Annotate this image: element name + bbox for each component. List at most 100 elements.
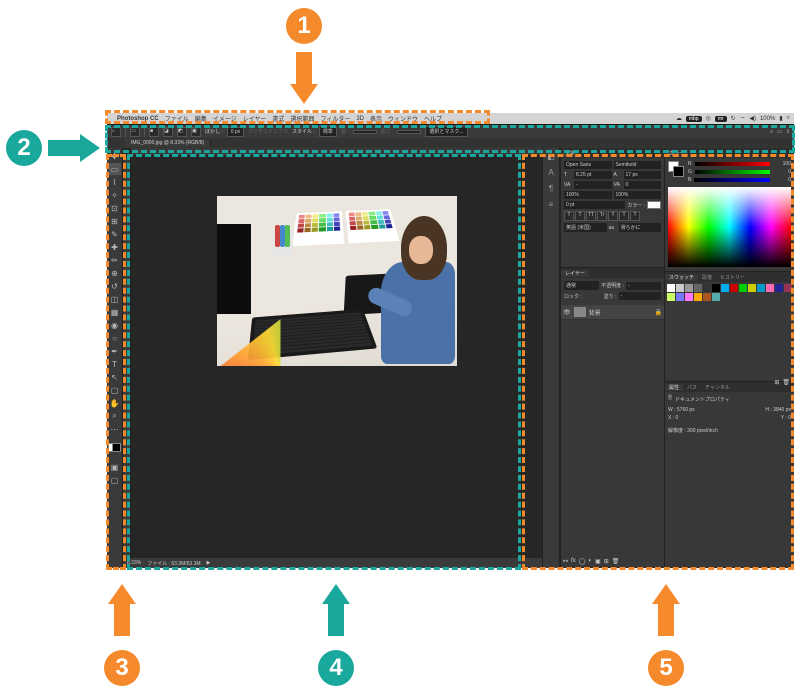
tool-edit-toolbar[interactable]: ⋯	[109, 423, 121, 435]
tab-paragraph[interactable]: 段落	[698, 274, 716, 281]
swatch[interactable]	[676, 284, 684, 292]
y-value[interactable]: 0	[788, 415, 791, 421]
style-btn-strike[interactable]: T	[630, 211, 640, 221]
fill-input[interactable]: -	[619, 292, 661, 300]
tool-path[interactable]: ↖	[109, 371, 121, 383]
x-value[interactable]: 0	[676, 415, 679, 421]
share-icon[interactable]: ⇪	[786, 129, 790, 135]
tab-properties[interactable]: 属性	[665, 384, 683, 391]
tool-pen[interactable]: ✒	[109, 345, 121, 357]
menu-view[interactable]: 表示	[370, 114, 382, 123]
font-style-select[interactable]: Semibold	[614, 161, 662, 169]
swatch[interactable]	[685, 284, 693, 292]
layer-fx-icon[interactable]: fx	[571, 558, 576, 565]
ruler-vertical[interactable]	[123, 156, 131, 558]
tool-gradient[interactable]: ▦	[109, 306, 121, 318]
lock-pixels[interactable]	[584, 292, 592, 300]
zoom-level[interactable]: 8.33%	[127, 560, 141, 566]
tab-history[interactable]: ヒストリー	[716, 274, 749, 281]
tab-character[interactable]: 文字	[561, 150, 579, 157]
adjustment-icon[interactable]: ◐	[588, 558, 592, 565]
g-value[interactable]: 0	[773, 169, 791, 175]
tool-preset[interactable]: ▭	[130, 127, 140, 137]
swatch[interactable]	[694, 284, 702, 292]
swatch[interactable]	[721, 284, 729, 292]
tool-frame[interactable]: ⊞	[109, 215, 121, 227]
menu-select[interactable]: 選択範囲	[290, 114, 314, 123]
h-value[interactable]: 3840 px	[773, 407, 791, 413]
tool-move[interactable]: ✥	[109, 150, 121, 162]
swatch[interactable]	[712, 284, 720, 292]
kerning-input[interactable]: -	[574, 181, 612, 189]
tab-swatches[interactable]: スウォッチ	[665, 274, 698, 281]
swatch[interactable]	[703, 293, 711, 301]
tool-eraser[interactable]: ◫	[109, 293, 121, 305]
layer-mask-icon[interactable]: ◯	[579, 558, 586, 565]
tab-channels[interactable]: チャンネル	[701, 384, 734, 391]
background-color[interactable]	[112, 443, 121, 452]
tool-lasso[interactable]: ⌇	[109, 176, 121, 188]
style-btn-small[interactable]: Tr	[597, 211, 607, 221]
tool-crop[interactable]: ⊡	[109, 202, 121, 214]
aa-select[interactable]: 滑らかに	[619, 223, 662, 232]
strip-icon-4[interactable]: ≡	[545, 200, 557, 212]
swatch[interactable]	[757, 284, 765, 292]
visibility-icon[interactable]: 👁	[563, 309, 571, 316]
menu-window[interactable]: ウィンドウ	[388, 114, 418, 123]
width-input[interactable]	[353, 130, 377, 134]
document-tab[interactable]: IMG_0000.jpg @ 8.33% (RGB/8)	[125, 139, 211, 147]
leading-input[interactable]: 17 px	[624, 171, 662, 179]
selection-mode-add[interactable]: ◪	[163, 127, 173, 137]
color-spectrum[interactable]	[668, 187, 791, 267]
tool-hand[interactable]: ✋	[109, 397, 121, 409]
app-name[interactable]: Photoshop CC	[117, 116, 159, 122]
menu-image[interactable]: イメージ	[213, 114, 237, 123]
tool-dodge[interactable]: ○	[109, 332, 121, 344]
height-input[interactable]	[397, 130, 421, 134]
tool-wand[interactable]: ✧	[109, 189, 121, 201]
style-btn-sup[interactable]: T	[608, 211, 618, 221]
strip-icon-2[interactable]: A	[545, 168, 557, 180]
menu-type[interactable]: 書式	[272, 114, 284, 123]
delete-layer-icon[interactable]: 🗑	[612, 558, 620, 565]
new-swatch-icon[interactable]: ⊞	[774, 379, 779, 386]
document-image[interactable]	[217, 196, 457, 366]
swatch[interactable]	[676, 293, 684, 301]
swatch[interactable]	[667, 293, 675, 301]
workspace-icon[interactable]: ▭	[777, 129, 782, 135]
tool-brush[interactable]: ✏	[109, 254, 121, 266]
tool-blur[interactable]: ◉	[109, 319, 121, 331]
menu-edit[interactable]: 編集	[195, 114, 207, 123]
swatch[interactable]	[685, 293, 693, 301]
bg-color-swatch[interactable]	[673, 166, 684, 177]
language-select[interactable]: 英語 (米国)	[564, 223, 607, 232]
style-btn-italic[interactable]: T	[575, 211, 585, 221]
b-value[interactable]: 0	[773, 177, 791, 183]
select-and-mask-button[interactable]: 選択とマスク...	[425, 126, 467, 137]
volume-icon[interactable]: ◀)	[749, 115, 756, 122]
cc-icon[interactable]: ◎	[706, 115, 711, 122]
font-size-input[interactable]: 8.25 pt	[574, 171, 612, 179]
opacity-input[interactable]: -	[626, 282, 661, 290]
swatch[interactable]	[712, 293, 720, 301]
swatch[interactable]	[703, 284, 711, 292]
cloud-icon[interactable]: ☁	[676, 115, 682, 122]
tab-paths[interactable]: パス	[683, 384, 701, 391]
tab-color[interactable]: カラー	[665, 150, 688, 157]
tab-layers[interactable]: レイヤー	[561, 270, 589, 277]
blend-mode-select[interactable]: 通常	[564, 281, 599, 290]
menu-3d[interactable]: 3D	[356, 116, 364, 122]
lock-position[interactable]	[594, 292, 602, 300]
style-btn-caps[interactable]: TT	[586, 211, 596, 221]
font-family-select[interactable]: Open Sans	[564, 161, 612, 169]
tool-screenmode[interactable]: ▢	[109, 474, 121, 486]
swatch[interactable]	[766, 284, 774, 292]
tool-history-brush[interactable]: ↺	[109, 280, 121, 292]
swatch[interactable]	[730, 284, 738, 292]
r-value[interactable]: 100	[773, 161, 791, 167]
tracking-input[interactable]: 0	[624, 181, 662, 189]
style-btn-sub[interactable]: T	[619, 211, 629, 221]
vscale-input[interactable]: 100%	[564, 191, 612, 199]
statusbar-menu-icon[interactable]: ▶	[207, 560, 211, 566]
layer-background[interactable]: 👁 背景 🔒	[561, 305, 664, 320]
